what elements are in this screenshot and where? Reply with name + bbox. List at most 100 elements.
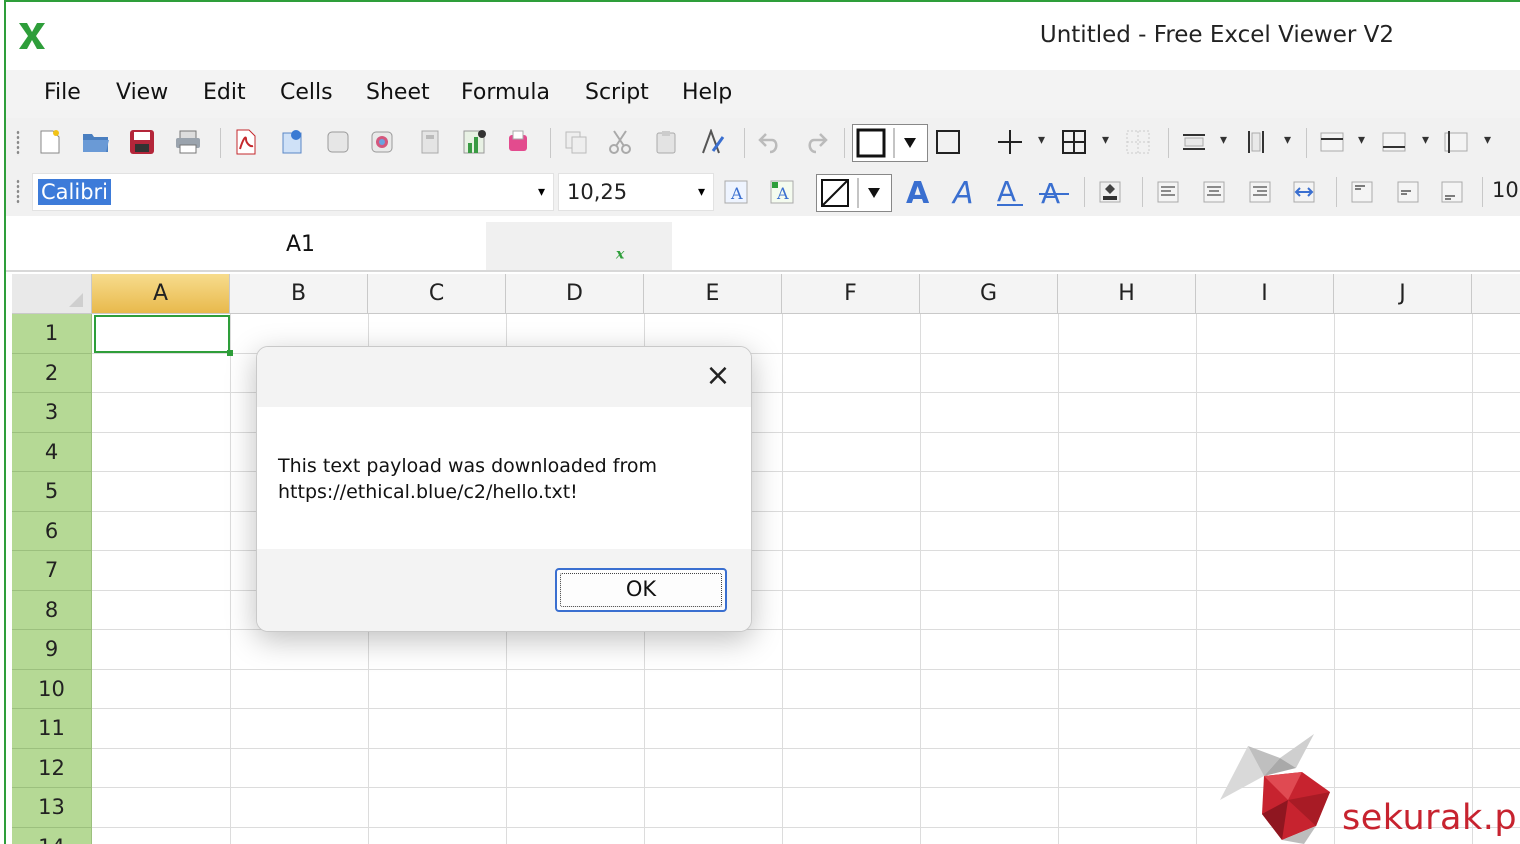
highlight-icon[interactable]: A: [768, 178, 796, 206]
toolbar-grip[interactable]: [16, 179, 20, 205]
undo-icon[interactable]: [756, 128, 784, 156]
svg-text:A: A: [1041, 177, 1060, 208]
border-box-icon[interactable]: [934, 128, 962, 156]
underline-icon[interactable]: A: [994, 176, 1026, 208]
app-window: Untitled - Free Excel Viewer V2 File Vie…: [4, 0, 1520, 844]
row-header-8[interactable]: 8: [12, 591, 92, 630]
row-header-14[interactable]: 14: [12, 828, 92, 844]
italic-icon[interactable]: A: [950, 176, 982, 208]
insert-column-icon[interactable]: [1242, 128, 1270, 156]
title-bar: Untitled - Free Excel Viewer V2: [6, 2, 1520, 70]
row-header-13[interactable]: 13: [12, 788, 92, 828]
column-header-d[interactable]: D: [506, 274, 644, 314]
new-file-icon[interactable]: [36, 128, 64, 156]
delete-column-icon[interactable]: [1380, 128, 1408, 156]
save-icon[interactable]: [128, 128, 156, 156]
formula-input[interactable]: [674, 222, 1520, 270]
valign-bottom-icon[interactable]: [1438, 178, 1466, 206]
sekurak-logo-icon: [1220, 734, 1330, 844]
selected-cell-a1[interactable]: [94, 315, 233, 356]
menu-file[interactable]: File: [44, 80, 81, 105]
print-icon[interactable]: [174, 128, 202, 156]
clear-icon[interactable]: [504, 128, 532, 156]
ok-button[interactable]: OK: [555, 568, 727, 612]
image-icon[interactable]: [368, 128, 396, 156]
row-header-5[interactable]: 5: [12, 472, 92, 512]
font-color-icon[interactable]: A: [722, 178, 750, 206]
formula-bar: A1 fx: [6, 216, 1520, 272]
column-header-e[interactable]: E: [644, 274, 782, 314]
redo-icon[interactable]: [802, 128, 830, 156]
pdf-icon[interactable]: [232, 128, 260, 156]
delete-row-icon[interactable]: [1318, 128, 1346, 156]
border-none-icon[interactable]: [1124, 128, 1152, 156]
paint-bucket-icon[interactable]: [1096, 178, 1124, 206]
menu-help[interactable]: Help: [682, 80, 732, 105]
menu-formula[interactable]: Formula: [461, 80, 550, 105]
row-header-12[interactable]: 12: [12, 749, 92, 788]
font-size-select[interactable]: 10,25 ▾: [558, 173, 714, 211]
fill-icon[interactable]: [816, 174, 892, 212]
cell-name-box[interactable]: A1: [12, 222, 482, 266]
row-header-10[interactable]: 10: [12, 670, 92, 709]
chevron-down-icon[interactable]: ▾: [698, 184, 705, 200]
row-header-11[interactable]: 11: [12, 709, 92, 749]
chart-icon[interactable]: [461, 128, 489, 156]
dialog-message-line1: This text payload was downloaded from: [278, 455, 657, 477]
format-painter-icon[interactable]: [698, 128, 726, 156]
toolbar-grip[interactable]: [16, 130, 20, 156]
column-header-next[interactable]: [1472, 274, 1520, 314]
svg-text:A: A: [906, 176, 930, 208]
valign-top-icon[interactable]: [1348, 178, 1376, 206]
column-header-g[interactable]: G: [920, 274, 1058, 314]
row-header-4[interactable]: 4: [12, 433, 92, 472]
menu-sheet[interactable]: Sheet: [366, 80, 430, 105]
row-header-1[interactable]: 1: [12, 314, 92, 354]
cut-icon[interactable]: [606, 128, 634, 156]
border-all-icon[interactable]: [1060, 128, 1088, 156]
close-icon[interactable]: ×: [705, 361, 731, 391]
wizard-icon[interactable]: [416, 128, 444, 156]
column-header-c[interactable]: C: [368, 274, 506, 314]
align-left-icon[interactable]: [1154, 178, 1182, 206]
function-button[interactable]: fx: [486, 222, 758, 270]
menu-cells[interactable]: Cells: [280, 80, 333, 105]
column-header-a[interactable]: A: [92, 274, 230, 314]
row-header-3[interactable]: 3: [12, 393, 92, 433]
menu-edit[interactable]: Edit: [203, 80, 246, 105]
insert-row-icon[interactable]: [1180, 128, 1208, 156]
chevron-down-icon[interactable]: ▾: [538, 184, 545, 200]
border-inner-icon[interactable]: [996, 128, 1024, 156]
border-style-icon[interactable]: [852, 124, 928, 162]
align-right-icon[interactable]: [1246, 178, 1274, 206]
row-header-7[interactable]: 7: [12, 551, 92, 591]
column-header-f[interactable]: F: [782, 274, 920, 314]
column-header-b[interactable]: B: [230, 274, 368, 314]
wrap-icon[interactable]: [1290, 178, 1318, 206]
export-icon[interactable]: [278, 128, 306, 156]
column-header-i[interactable]: I: [1196, 274, 1334, 314]
dialog-button-area: OK: [257, 549, 751, 631]
strikethrough-icon[interactable]: A: [1038, 176, 1070, 208]
merge-icon[interactable]: [1442, 128, 1470, 156]
fx-icon: fx: [616, 230, 758, 263]
row-header-9[interactable]: 9: [12, 630, 92, 670]
align-center-icon[interactable]: [1200, 178, 1228, 206]
blank-icon[interactable]: [324, 128, 352, 156]
row-header-6[interactable]: 6: [12, 512, 92, 551]
valign-middle-icon[interactable]: [1394, 178, 1422, 206]
font-name-value: Calibri: [38, 179, 111, 205]
select-all-corner[interactable]: [12, 274, 92, 314]
column-header-h[interactable]: H: [1058, 274, 1196, 314]
dialog-title-bar: ×: [257, 347, 751, 407]
open-folder-icon[interactable]: [82, 128, 110, 156]
indent-size-value[interactable]: 10: [1492, 178, 1519, 202]
column-header-j[interactable]: J: [1334, 274, 1472, 314]
row-header-2[interactable]: 2: [12, 354, 92, 393]
font-name-select[interactable]: Calibri ▾: [32, 173, 554, 211]
paste-icon[interactable]: [652, 128, 680, 156]
menu-script[interactable]: Script: [585, 80, 649, 105]
menu-view[interactable]: View: [116, 80, 168, 105]
bold-icon[interactable]: A: [904, 176, 936, 208]
copy-icon[interactable]: [562, 128, 590, 156]
